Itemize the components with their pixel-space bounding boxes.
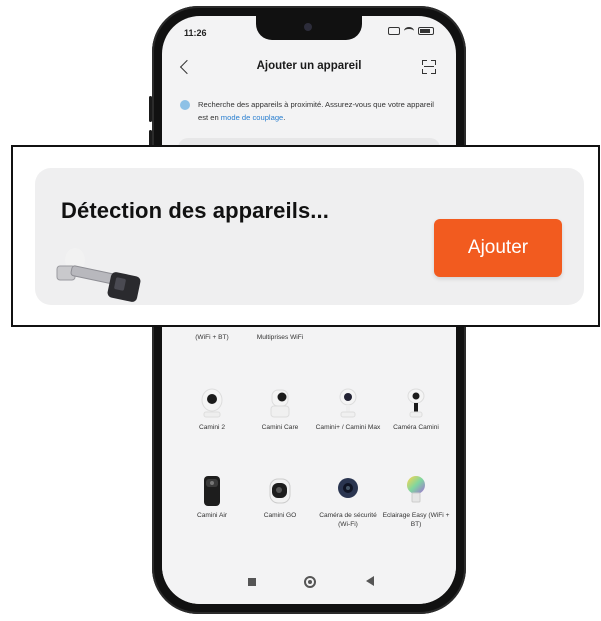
device-item[interactable]: (WiFi + BT): [178, 334, 246, 343]
camera-icon: [199, 386, 225, 420]
camera-icon: [199, 474, 225, 508]
device-item[interactable]: Camini Air: [178, 474, 246, 521]
vibrate-icon: [388, 27, 400, 35]
device-item[interactable]: Caméra Camini: [382, 386, 450, 433]
status-bar: 11:26: [162, 16, 456, 46]
nearby-search-hint: Recherche des appareils à proximité. Ass…: [180, 98, 442, 124]
camera-icon: [267, 386, 293, 420]
back-icon[interactable]: [366, 576, 374, 586]
bulb-icon: [403, 474, 429, 508]
camera-icon: [267, 474, 293, 508]
device-label: Caméra Camini: [393, 424, 439, 431]
hint-suffix: .: [283, 113, 286, 122]
device-item[interactable]: Camini Care: [246, 386, 314, 433]
smart-lock-icon: [51, 246, 147, 310]
add-button[interactable]: Ajouter: [434, 219, 562, 277]
status-time: 11:26: [184, 28, 207, 38]
device-item[interactable]: Multiprises WiFi: [246, 334, 314, 343]
camera-icon: [335, 474, 361, 508]
device-label: Camini 2: [198, 424, 226, 431]
volume-button: [149, 96, 152, 122]
navigation-bar: [162, 564, 456, 604]
device-label: Camini Air: [196, 512, 228, 519]
device-item[interactable]: Caméra de sécurité (Wi-Fi): [314, 474, 382, 529]
app-bar: Ajouter un appareil: [162, 56, 456, 86]
device-label: Camini Care: [261, 424, 299, 431]
device-item[interactable]: Camini+ / Camini Max: [314, 386, 382, 433]
device-label: Eclairage Easy (WiFi + BT): [382, 512, 450, 528]
scan-icon[interactable]: [422, 60, 436, 74]
home-icon[interactable]: [304, 576, 316, 588]
camera-icon: [403, 386, 429, 420]
device-item[interactable]: Eclairage Easy (WiFi + BT): [382, 474, 450, 529]
device-label: Camini+ / Camini Max: [315, 424, 381, 431]
page-title: Ajouter un appareil: [256, 60, 362, 72]
radar-icon: [180, 100, 190, 110]
device-item[interactable]: Camini 2: [178, 386, 246, 433]
status-icons: [388, 27, 434, 35]
detection-title: Détection des appareils...: [61, 198, 329, 223]
device-label: Caméra de sécurité (Wi-Fi): [319, 512, 377, 528]
zoom-callout: Détection des appareils... Ajouter: [11, 145, 600, 327]
detection-card-zoomed: Détection des appareils... Ajouter: [35, 168, 584, 305]
recent-apps-icon[interactable]: [248, 578, 256, 586]
battery-icon: [418, 27, 434, 35]
wifi-icon: [404, 27, 414, 35]
device-item[interactable]: Camini GO: [246, 474, 314, 521]
device-label: Multiprises WiFi: [256, 334, 304, 341]
device-label: Camini GO: [263, 512, 297, 519]
device-label: (WiFi + BT): [195, 334, 229, 341]
pairing-mode-link[interactable]: mode de couplage: [221, 113, 284, 122]
camera-icon: [335, 386, 361, 420]
